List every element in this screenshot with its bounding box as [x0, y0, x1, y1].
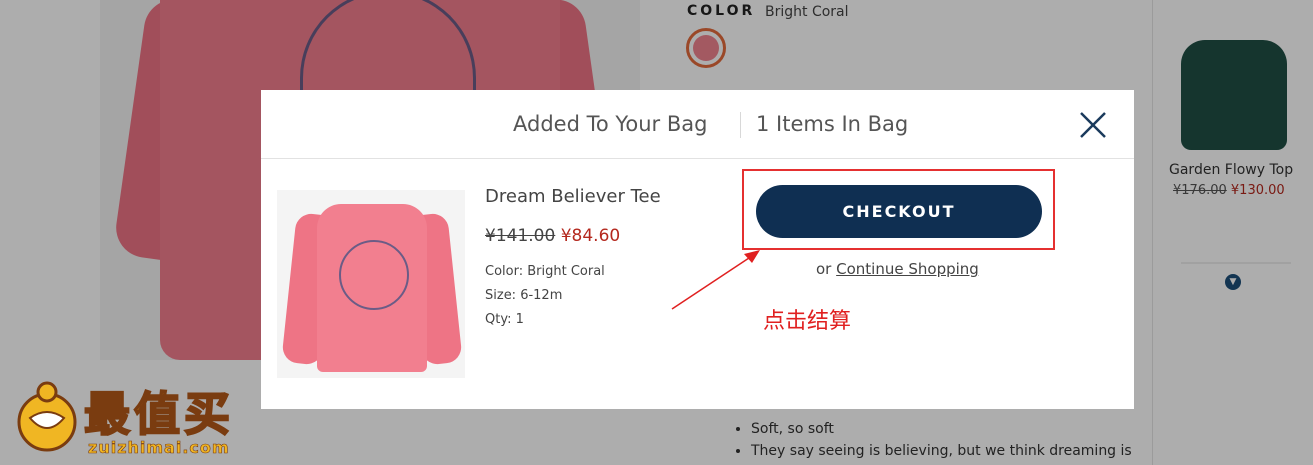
product-page: COLOR Bright Coral Garden Flowy Top ¥176… — [0, 0, 1313, 465]
annotation-text: 点击结算 — [763, 309, 852, 334]
watermark-title: 最值买 — [83, 386, 234, 442]
zuizhimai-logo-icon — [17, 381, 77, 452]
watermark-domain: zuizhimai.com — [88, 438, 230, 458]
